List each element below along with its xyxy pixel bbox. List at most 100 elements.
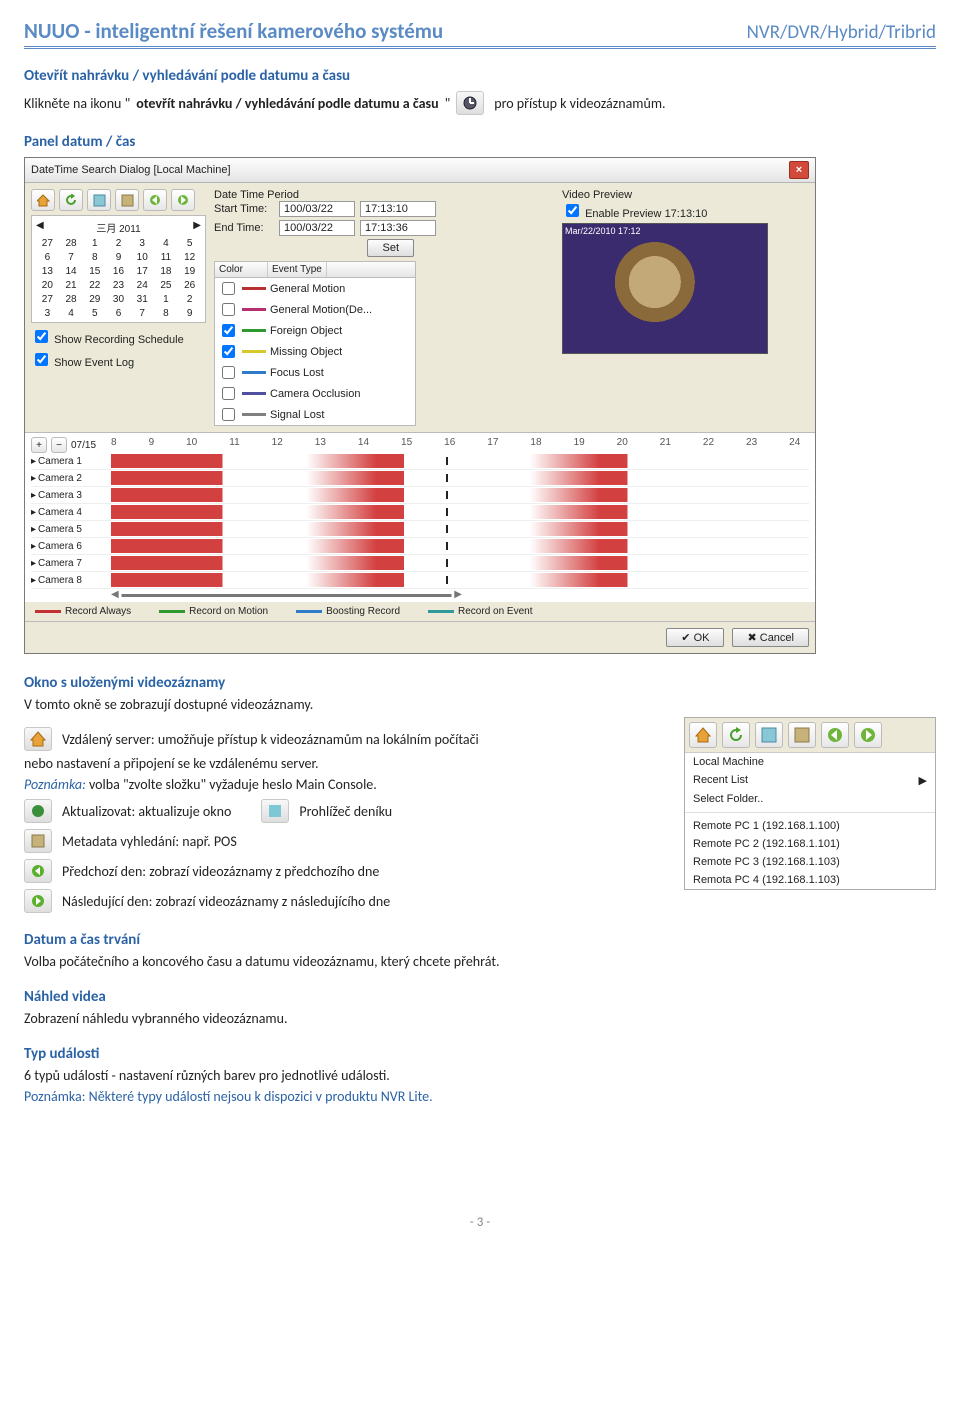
menu-local-machine[interactable]: Local Machine [685,753,935,771]
prev-day-icon[interactable] [821,722,849,748]
ok-button[interactable]: ✔ OK [666,628,724,647]
set-button[interactable]: Set [367,239,414,257]
calendar-day[interactable]: 11 [155,251,178,264]
calendar-day[interactable]: 1 [155,293,178,306]
cal-prev-icon[interactable]: ◀ [36,220,44,235]
event-checkbox[interactable] [222,408,235,421]
cancel-button[interactable]: ✖ Cancel [732,628,809,647]
calendar-day[interactable]: 5 [178,237,201,250]
cal-next-icon[interactable]: ▶ [193,220,201,235]
calendar-day[interactable]: 14 [60,265,83,278]
home-icon[interactable] [689,722,717,748]
calendar-day[interactable]: 16 [107,265,130,278]
calendar-day[interactable]: 27 [36,293,59,306]
calendar-day[interactable]: 25 [155,279,178,292]
menu-remote-1[interactable]: Remote PC 1 (192.168.1.100) [685,817,935,835]
calendar-day[interactable]: 22 [83,279,106,292]
next-day-icon[interactable] [171,189,195,211]
calendar-day[interactable]: 26 [178,279,201,292]
refresh-icon[interactable] [59,189,83,211]
menu-recent-list[interactable]: Recent List▶ [685,771,935,790]
zoom-out-icon[interactable]: − [51,437,67,453]
log-icon[interactable] [87,189,111,211]
calendar-day[interactable]: 24 [131,279,154,292]
show-eventlog-checkbox[interactable] [35,353,48,366]
calendar-day[interactable]: 4 [155,237,178,250]
zoom-in-icon[interactable]: + [31,437,47,453]
col-event: Event Type [268,262,327,277]
calendar-day[interactable]: 12 [178,251,201,264]
expand-icon[interactable]: ▸ [31,575,36,586]
event-checkbox[interactable] [222,345,235,358]
event-type-row: Signal Lost [215,404,415,425]
calendar[interactable]: ◀ 三月 2011 ▶ 2728123456789101112131415161… [31,215,206,323]
calendar-day[interactable]: 15 [83,265,106,278]
expand-icon[interactable]: ▸ [31,507,36,518]
start-date-input[interactable]: 100/03/22 [279,201,355,217]
show-schedule-checkbox[interactable] [35,330,48,343]
search-metadata-icon[interactable] [788,722,816,748]
start-time-input[interactable]: 17:13:10 [360,201,436,217]
enable-preview-checkbox[interactable] [566,204,579,217]
calendar-day[interactable]: 19 [178,265,201,278]
calendar-day[interactable]: 9 [107,251,130,264]
event-checkbox[interactable] [222,282,235,295]
calendar-day[interactable]: 1 [83,237,106,250]
calendar-day[interactable]: 10 [131,251,154,264]
event-checkbox[interactable] [222,387,235,400]
expand-icon[interactable]: ▸ [31,541,36,552]
menu-remote-4[interactable]: Remota PC 4 (192.168.1.103) [685,871,935,889]
calendar-day[interactable]: 29 [83,293,106,306]
calendar-day[interactable]: 28 [60,237,83,250]
event-checkbox[interactable] [222,366,235,379]
end-time-input[interactable]: 17:13:36 [360,220,436,236]
calendar-day[interactable]: 7 [60,251,83,264]
server-dropdown-menu: Local Machine Recent List▶ Select Folder… [684,717,936,890]
log-viewer-text: Prohlížeč deníku [299,803,392,820]
expand-icon[interactable]: ▸ [31,524,36,535]
prev-day-icon[interactable] [143,189,167,211]
calendar-day[interactable]: 4 [60,307,83,320]
end-date-input[interactable]: 100/03/22 [279,220,355,236]
calendar-day[interactable]: 9 [178,307,201,320]
calendar-day[interactable]: 20 [36,279,59,292]
calendar-day[interactable]: 23 [107,279,130,292]
menu-remote-3[interactable]: Remote PC 3 (192.168.1.103) [685,853,935,871]
timeline-legend: Record Always Record on Motion Boosting … [25,602,815,621]
calendar-day[interactable]: 6 [36,251,59,264]
expand-icon[interactable]: ▸ [31,473,36,484]
calendar-day[interactable]: 27 [36,237,59,250]
calendar-day[interactable]: 2 [178,293,201,306]
refresh-icon[interactable] [722,722,750,748]
calendar-day[interactable]: 3 [36,307,59,320]
search-metadata-icon[interactable] [115,189,139,211]
text: Klikněte na ikonu " [24,95,130,112]
expand-icon[interactable]: ▸ [31,456,36,467]
calendar-day[interactable]: 6 [107,307,130,320]
event-checkbox[interactable] [222,303,235,316]
menu-remote-2[interactable]: Remote PC 2 (192.168.1.101) [685,835,935,853]
calendar-day[interactable]: 2 [107,237,130,250]
home-icon[interactable] [31,189,55,211]
menu-select-folder[interactable]: Select Folder.. [685,790,935,808]
calendar-day[interactable]: 8 [155,307,178,320]
calendar-day[interactable]: 21 [60,279,83,292]
next-day-icon[interactable] [854,722,882,748]
expand-icon[interactable]: ▸ [31,558,36,569]
calendar-day[interactable]: 3 [131,237,154,250]
calendar-day[interactable]: 18 [155,265,178,278]
event-checkbox[interactable] [222,324,235,337]
timeline-hour: 17 [487,437,498,453]
timeline-camera-row: ▸Camera 4 [31,504,809,521]
close-icon[interactable]: × [789,161,809,179]
calendar-day[interactable]: 30 [107,293,130,306]
expand-icon[interactable]: ▸ [31,490,36,501]
calendar-day[interactable]: 31 [131,293,154,306]
calendar-day[interactable]: 28 [60,293,83,306]
log-icon[interactable] [755,722,783,748]
calendar-day[interactable]: 13 [36,265,59,278]
calendar-day[interactable]: 8 [83,251,106,264]
calendar-day[interactable]: 17 [131,265,154,278]
calendar-day[interactable]: 7 [131,307,154,320]
calendar-day[interactable]: 5 [83,307,106,320]
